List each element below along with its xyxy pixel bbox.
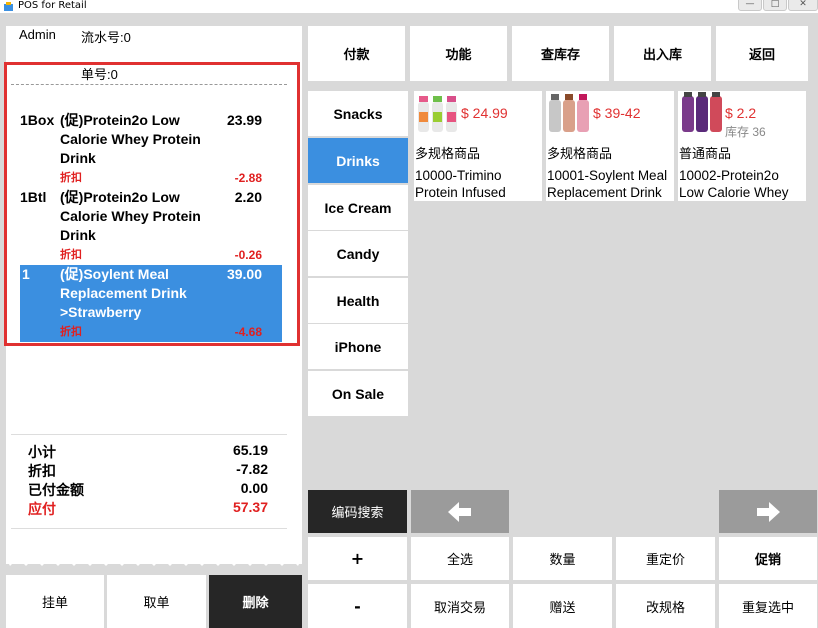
category-ice-cream[interactable]: Ice Cream	[308, 185, 408, 230]
select-all-button[interactable]: 全选	[411, 537, 509, 580]
amount-due-row: 应付 57.37	[28, 499, 268, 518]
product-price: $ 39-42	[593, 105, 641, 121]
amount-due-label: 应付	[28, 501, 56, 517]
reprice-button[interactable]: 重定价	[616, 537, 715, 580]
retrieve-order-button[interactable]: 取单	[107, 575, 206, 628]
promotion-button[interactable]: 促销	[719, 537, 817, 580]
product-type: 多规格商品	[547, 146, 613, 161]
product-name: 10000-Trimino Protein Infused	[415, 168, 506, 200]
amount-due-value: 57.37	[232, 499, 268, 515]
change-spec-button[interactable]: 改规格	[616, 584, 715, 628]
next-page-button[interactable]	[719, 490, 817, 533]
product-name: 10002-Protein2o Low Calorie Whey	[679, 168, 789, 200]
subtotal-label: 小计	[28, 444, 56, 460]
subtotal-value: 65.19	[232, 442, 268, 458]
product-image	[549, 94, 589, 132]
category-candy[interactable]: Candy	[308, 231, 408, 276]
cancel-transaction-button[interactable]: 取消交易	[411, 584, 509, 628]
paid-value: 0.00	[240, 480, 268, 496]
reselect-button[interactable]: 重复选中	[719, 584, 817, 628]
subtotal-row: 小计 65.19	[28, 442, 268, 461]
discount-row: 折扣 -7.82	[28, 461, 268, 480]
product-card[interactable]: $ 2.2 库存 36 普通商品 10002-Protein2o Low Cal…	[678, 91, 806, 201]
discount-value: -7.82	[236, 461, 268, 477]
window-title: POS for Retail	[18, 0, 87, 11]
serial-number: 流水号:0	[81, 30, 131, 45]
category-drinks[interactable]: Drinks	[308, 138, 408, 183]
product-name: 10001-Soylent Meal Replacement Drink	[547, 168, 668, 200]
paid-row: 已付金额 0.00	[28, 480, 268, 499]
category-on-sale[interactable]: On Sale	[308, 371, 408, 416]
product-card[interactable]: $ 24.99 多规格商品 10000-Trimino Protein Infu…	[414, 91, 542, 201]
title-bar: POS for Retail — □ ✕	[0, 0, 818, 13]
delete-button[interactable]: 删除	[209, 575, 302, 628]
product-type: 普通商品	[679, 146, 732, 161]
cashier-name: Admin	[19, 27, 56, 42]
hold-order-button[interactable]: 挂单	[6, 575, 104, 628]
divider	[11, 434, 287, 435]
stock-check-button[interactable]: 查库存	[512, 26, 609, 81]
product-stock: 库存 36	[725, 125, 766, 139]
pay-button[interactable]: 付款	[308, 26, 405, 81]
totals-block: 小计 65.19 折扣 -7.82 已付金额 0.00 应付 57.37	[28, 442, 268, 518]
close-button[interactable]: ✕	[788, 0, 818, 11]
product-price: $ 2.2	[725, 105, 757, 121]
category-health[interactable]: Health	[308, 278, 408, 323]
product-image	[418, 96, 457, 132]
selection-highlight-frame	[4, 62, 300, 346]
product-card[interactable]: $ 39-42 多规格商品 10001-Soylent Meal Replace…	[546, 91, 674, 201]
maximize-button[interactable]: □	[763, 0, 787, 11]
product-type: 多规格商品	[415, 146, 481, 161]
back-button[interactable]: 返回	[716, 26, 808, 81]
category-iphone[interactable]: iPhone	[308, 324, 408, 369]
paid-label: 已付金额	[28, 482, 84, 498]
increase-quantity-button[interactable]: +	[308, 537, 407, 580]
arrow-right-icon	[757, 501, 780, 522]
function-button[interactable]: 功能	[410, 26, 507, 81]
arrow-left-icon	[448, 501, 471, 522]
discount-label: 折扣	[28, 463, 56, 479]
previous-page-button[interactable]	[411, 490, 509, 533]
category-snacks[interactable]: Snacks	[308, 91, 408, 136]
pos-app-icon	[4, 2, 13, 11]
divider	[11, 528, 287, 529]
receipt-tear-edge	[6, 556, 302, 566]
product-image	[682, 92, 722, 132]
gift-button[interactable]: 赠送	[513, 584, 612, 628]
code-search-button[interactable]: 编码搜索	[308, 490, 407, 533]
quantity-button[interactable]: 数量	[513, 537, 612, 580]
minimize-button[interactable]: —	[738, 0, 762, 11]
product-price: $ 24.99	[461, 105, 508, 121]
decrease-quantity-button[interactable]: -	[308, 584, 407, 628]
stock-in-out-button[interactable]: 出入库	[614, 26, 711, 81]
